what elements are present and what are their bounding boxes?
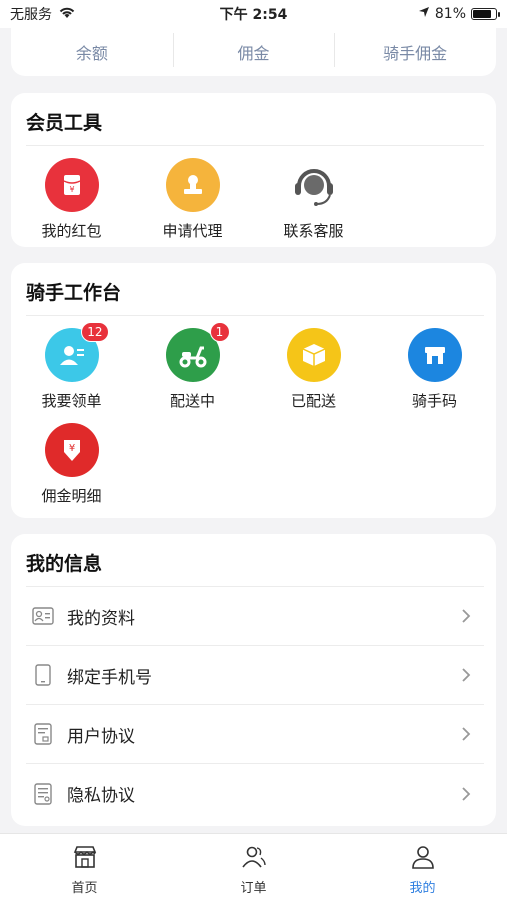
my-profile-row[interactable]: 我的资料 bbox=[26, 587, 484, 646]
commission-detail-button[interactable]: ¥ 佣金明细 bbox=[11, 423, 132, 506]
delivering-badge: 1 bbox=[209, 322, 230, 342]
tab-home[interactable]: 首页 bbox=[0, 834, 169, 900]
stamp-icon bbox=[165, 158, 220, 212]
delivering-button[interactable]: 1 配送中 bbox=[132, 322, 253, 411]
privacy-agreement-row[interactable]: 隐私协议 bbox=[26, 764, 484, 823]
chevron-right-icon bbox=[456, 724, 476, 744]
svg-text:¥: ¥ bbox=[69, 185, 74, 194]
carrier-text: 无服务 bbox=[10, 7, 52, 23]
take-order-icon: 12 bbox=[44, 322, 109, 382]
battery-percent: 81% bbox=[434, 6, 466, 22]
delivered-button[interactable]: 已配送 bbox=[253, 328, 374, 411]
my-info-card: 我的信息 我的资料 绑定手机号 用户协议 隐私协议 bbox=[11, 534, 496, 826]
tab-home-label: 首页 bbox=[71, 881, 98, 896]
bind-phone-row[interactable]: 绑定手机号 bbox=[26, 646, 484, 705]
battery-icon bbox=[471, 8, 500, 20]
bind-phone-label: 绑定手机号 bbox=[67, 667, 152, 688]
privacy-doc-icon bbox=[31, 782, 55, 806]
user-agreement-label: 用户协议 bbox=[67, 726, 135, 747]
person-icon bbox=[409, 843, 437, 875]
rider-workbench-card: 骑手工作台 12 我要领单 1 配送中 已配送 骑手码 ¥ 佣金明细 bbox=[11, 263, 496, 518]
commission-detail-label: 佣金明细 bbox=[41, 487, 102, 505]
chevron-right-icon bbox=[456, 606, 476, 626]
status-bar: 无服务 下午 2:54 81% bbox=[0, 0, 507, 28]
users-icon bbox=[240, 843, 268, 875]
tab-orders-label: 订单 bbox=[240, 881, 267, 896]
chevron-right-icon bbox=[456, 665, 476, 685]
scooter-icon: 1 bbox=[165, 322, 230, 382]
member-tools-title: 会员工具 bbox=[26, 112, 103, 134]
wifi-icon bbox=[58, 5, 76, 23]
tab-mine-label: 我的 bbox=[409, 881, 436, 896]
delivered-label: 已配送 bbox=[290, 392, 336, 410]
apply-agent-label: 申请代理 bbox=[162, 222, 223, 240]
rider-code-label: 骑手码 bbox=[411, 392, 457, 410]
tab-rider-commission[interactable]: 骑手佣金 bbox=[334, 33, 496, 67]
balance-tabs: 余额 佣金 骑手佣金 bbox=[11, 28, 496, 76]
svg-text:¥: ¥ bbox=[68, 443, 74, 454]
my-info-title: 我的信息 bbox=[26, 553, 103, 575]
privacy-agreement-label: 隐私协议 bbox=[67, 786, 135, 806]
profile-card-icon bbox=[31, 604, 55, 628]
shop-icon bbox=[71, 843, 99, 875]
headset-icon bbox=[286, 158, 341, 212]
apply-agent-button[interactable]: 申请代理 bbox=[132, 158, 253, 241]
tab-commission[interactable]: 佣金 bbox=[172, 33, 335, 67]
member-tools-card: 会员工具 ¥ 我的红包 申请代理 联系客服 bbox=[11, 93, 496, 247]
rider-workbench-title: 骑手工作台 bbox=[26, 282, 122, 304]
red-envelope-icon: ¥ bbox=[44, 158, 99, 212]
delivering-label: 配送中 bbox=[169, 392, 215, 410]
phone-icon bbox=[31, 663, 55, 687]
contact-support-label: 联系客服 bbox=[283, 222, 344, 240]
take-order-badge: 12 bbox=[81, 322, 109, 342]
take-order-button[interactable]: 12 我要领单 bbox=[11, 322, 132, 411]
agreement-icon bbox=[31, 722, 55, 746]
take-order-label: 我要领单 bbox=[41, 392, 102, 410]
location-arrow-icon bbox=[418, 6, 430, 22]
user-agreement-row[interactable]: 用户协议 bbox=[26, 705, 484, 764]
box-icon bbox=[286, 328, 341, 382]
tab-balance[interactable]: 余额 bbox=[11, 40, 173, 64]
tab-orders[interactable]: 订单 bbox=[169, 834, 338, 900]
bottom-tab-bar: 首页 订单 我的 bbox=[0, 833, 507, 900]
my-red-envelope-label: 我的红包 bbox=[41, 222, 102, 240]
status-time: 下午 2:54 bbox=[219, 7, 288, 23]
my-red-envelope-button[interactable]: ¥ 我的红包 bbox=[11, 158, 132, 241]
contact-support-button[interactable]: 联系客服 bbox=[253, 158, 374, 241]
chevron-right-icon bbox=[456, 784, 476, 804]
commission-icon: ¥ bbox=[44, 423, 99, 477]
store-icon bbox=[407, 328, 462, 382]
my-profile-label: 我的资料 bbox=[67, 608, 135, 629]
rider-code-button[interactable]: 骑手码 bbox=[374, 328, 495, 411]
tab-mine[interactable]: 我的 bbox=[338, 834, 507, 900]
